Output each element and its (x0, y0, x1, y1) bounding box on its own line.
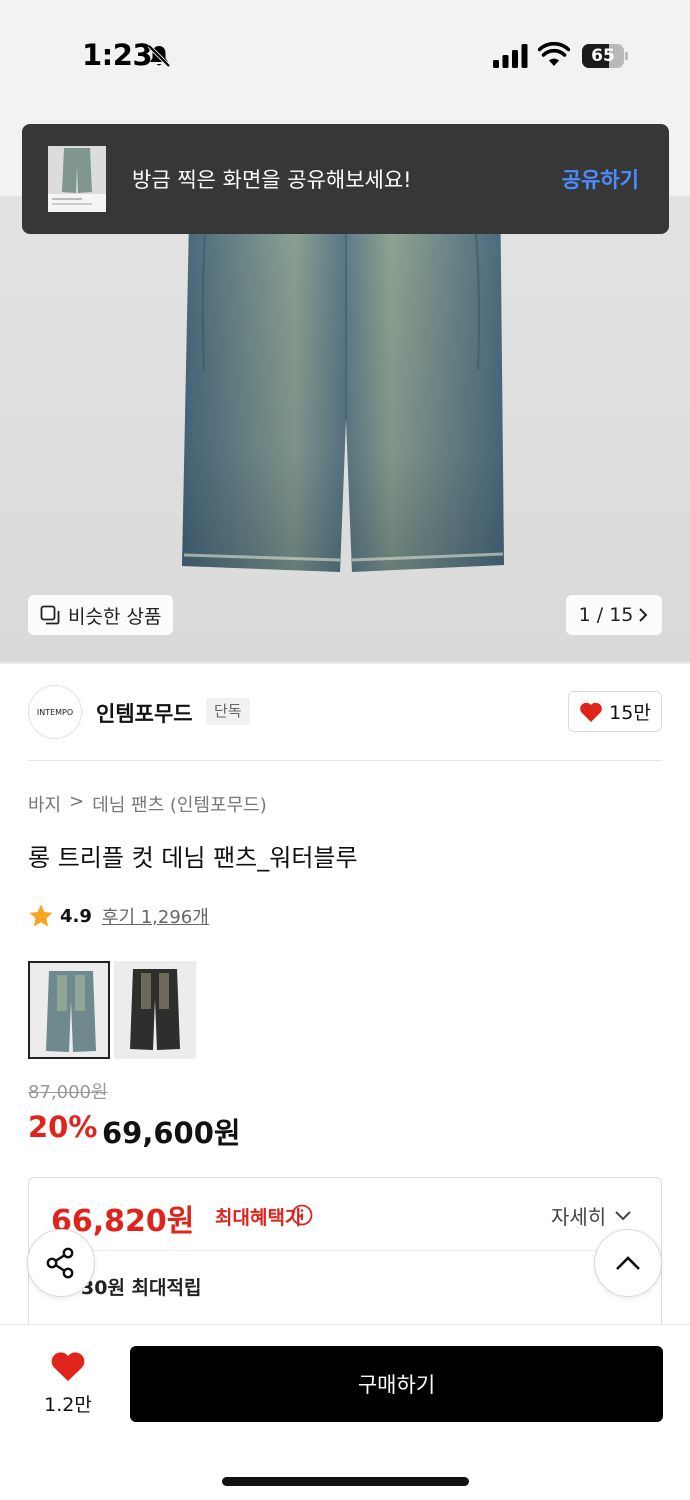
color-option-black[interactable] (114, 961, 196, 1059)
bottom-action-bar: 1.2만 구매하기 (0, 1324, 690, 1500)
similar-products-label: 비슷한 상품 (68, 605, 162, 628)
heart-icon (580, 702, 602, 722)
battery-percent: 65 (591, 46, 615, 66)
original-price: 87,000원 (28, 1082, 108, 1103)
product-title: 롱 트리플 컷 데님 팬츠_워터블루 (28, 844, 358, 872)
toast-message: 방금 찍은 화면을 공유해보세요! (132, 168, 412, 192)
color-thumbnail (46, 971, 96, 1052)
image-page-indicator[interactable]: 1 / 15 (566, 595, 662, 635)
divider (0, 662, 690, 664)
wifi-icon (538, 42, 570, 66)
buy-button-label: 구매하기 (357, 1373, 436, 1397)
info-icon[interactable] (291, 1204, 313, 1226)
breadcrumb-subcategory[interactable]: 데님 팬츠 (인템포무드) (92, 791, 267, 817)
toast-share-button[interactable]: 공유하기 (562, 164, 639, 194)
review-link[interactable]: 후기 1,296개 (102, 903, 209, 929)
screenshot-thumbnail[interactable] (48, 146, 106, 212)
chevron-down-icon (615, 1210, 631, 1220)
share-button[interactable] (27, 1229, 95, 1297)
stack-icon (40, 605, 60, 625)
discount-rate: 20% (28, 1110, 98, 1144)
wish-count: 1.2만 (44, 1394, 92, 1416)
battery-indicator: 65 (582, 44, 628, 68)
brand-logo[interactable]: INTEMPO (28, 685, 82, 739)
rating-row: 4.9 후기 1,296개 (28, 903, 209, 929)
breadcrumb: 바지 > 데님 팬츠 (인템포무드) (28, 791, 267, 817)
status-time: 1:23 (82, 38, 153, 72)
share-icon (46, 1247, 74, 1279)
color-option-waterblue[interactable] (28, 961, 110, 1059)
divider (29, 1250, 661, 1251)
color-thumbnail (130, 969, 180, 1050)
benefit-box: 66,820원 최대혜택가 자세히 30원 최대적립 (28, 1177, 662, 1347)
max-benefit-label: 최대혜택가 (215, 1207, 303, 1229)
similar-products-button[interactable]: 비슷한 상품 (28, 595, 174, 635)
sale-price: 69,600원 (102, 1116, 241, 1150)
chevron-up-icon (616, 1256, 640, 1270)
brand-name[interactable]: 인템포무드 (96, 698, 193, 728)
brand-like-count: 15만 (609, 702, 651, 724)
max-points-text: 30원 최대적립 (81, 1277, 202, 1299)
buy-button[interactable]: 구매하기 (130, 1346, 663, 1422)
exclusive-badge: 단독 (206, 698, 250, 725)
heart-icon[interactable] (50, 1351, 86, 1383)
bell-slash-icon (147, 44, 171, 68)
signal-icon (493, 44, 528, 68)
chevron-right-icon (639, 608, 648, 622)
breadcrumb-category[interactable]: 바지 (28, 791, 61, 817)
scroll-to-top-button[interactable] (594, 1229, 662, 1297)
brand-logo-text: INTEMPO (36, 707, 74, 717)
screenshot-share-toast: 방금 찍은 화면을 공유해보세요! 공유하기 (22, 124, 669, 234)
benefit-detail-toggle[interactable]: 자세히 (551, 1201, 632, 1230)
brand-like-button[interactable]: 15만 (568, 691, 662, 732)
detail-label: 자세히 (551, 1205, 607, 1229)
rating-value: 4.9 (60, 905, 92, 927)
breadcrumb-separator: > (69, 791, 85, 812)
page-indicator-text: 1 / 15 (578, 604, 634, 626)
star-icon (29, 904, 53, 927)
home-indicator (222, 1477, 469, 1486)
divider (28, 760, 662, 761)
status-bar: 1:23 65 (0, 0, 690, 110)
